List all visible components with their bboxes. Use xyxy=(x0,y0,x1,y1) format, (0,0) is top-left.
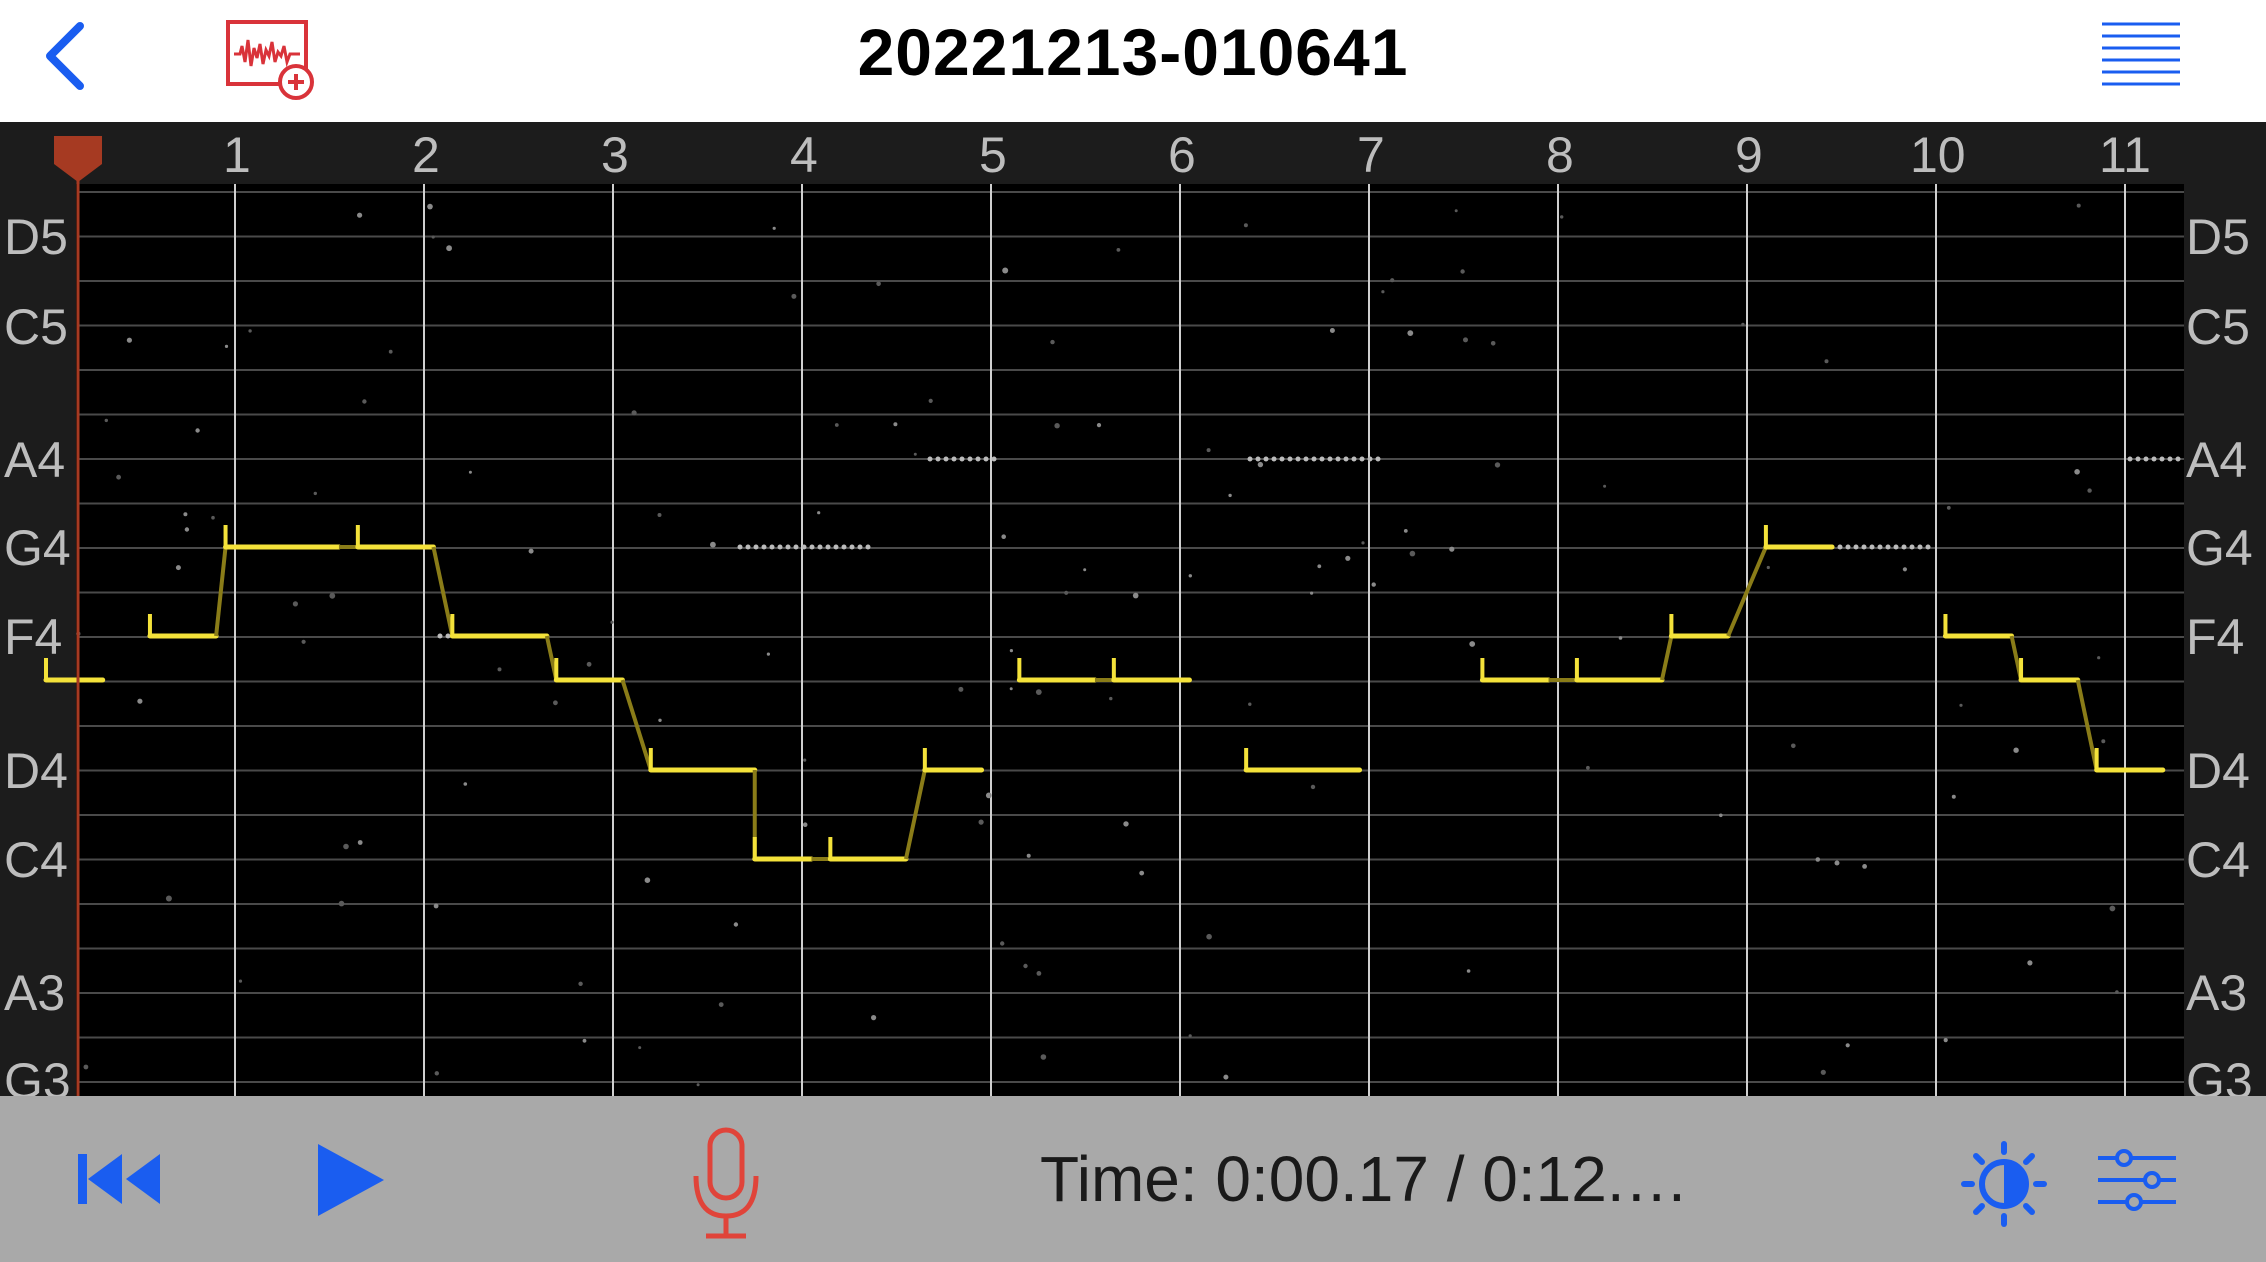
skip-back-icon xyxy=(78,1154,160,1204)
play-button[interactable] xyxy=(314,1140,386,1220)
sliders-icon xyxy=(2098,1149,2176,1211)
pitch-label-right: F4 xyxy=(2186,609,2244,665)
ruler-tick-label: 7 xyxy=(1357,127,1385,183)
brightness-button[interactable] xyxy=(1960,1140,2048,1228)
ruler-tick-label: 6 xyxy=(1168,127,1196,183)
ruler-tick-label: 4 xyxy=(790,127,818,183)
record-button[interactable] xyxy=(690,1126,762,1242)
pitch-plot[interactable]: 1 2 3 4 5 6 7 8 9 10 11 D5 D5 C5 C5 A4 A4 G4 G4 F4 F4 D4 D4 C4… xyxy=(0,0,2266,1096)
ruler-tick-label: 11 xyxy=(2099,127,2151,183)
pitch-label-right: G4 xyxy=(2186,520,2253,576)
pitch-label-right: G3 xyxy=(2186,1053,2253,1096)
pitch-label-left: A4 xyxy=(4,432,65,488)
pitch-label-left: G4 xyxy=(4,520,71,576)
settings-button[interactable] xyxy=(2096,1146,2178,1212)
pitch-label-left: C4 xyxy=(4,832,68,888)
pitch-label-right: A3 xyxy=(2186,965,2247,1021)
pitch-label-left: F4 xyxy=(4,609,62,665)
ruler-tick-label: 9 xyxy=(1735,127,1763,183)
pitch-label-left: G3 xyxy=(4,1053,71,1096)
play-icon xyxy=(318,1144,384,1216)
playhead-handle[interactable] xyxy=(54,136,102,182)
pitch-label-left: D4 xyxy=(4,743,68,799)
ruler-tick-label: 10 xyxy=(1910,127,1966,183)
pitch-label-right: C4 xyxy=(2186,832,2250,888)
pitch-label-left: A3 xyxy=(4,965,65,1021)
pitch-transition xyxy=(1659,635,1674,681)
rewind-button[interactable] xyxy=(76,1148,164,1210)
ruler-tick-label: 3 xyxy=(601,127,629,183)
pitch-label-right: D4 xyxy=(2186,743,2250,799)
pitch-label-left: D5 xyxy=(4,209,68,265)
ruler-tick-label: 1 xyxy=(223,127,251,183)
bottom-toolbar: Time: 0:00.17 / 0:12.… xyxy=(0,1096,2266,1262)
pitch-label-right: D5 xyxy=(2186,209,2250,265)
pitch-label-right: C5 xyxy=(2186,299,2250,355)
brightness-icon xyxy=(1961,1141,2047,1227)
pitch-label-left: C5 xyxy=(4,299,68,355)
ruler-tick-label: 5 xyxy=(979,127,1007,183)
time-readout: Time: 0:00.17 / 0:12.… xyxy=(1040,1143,1689,1215)
ruler-tick-label: 8 xyxy=(1546,127,1574,183)
pitch-label-right: A4 xyxy=(2186,432,2247,488)
ruler-tick-label: 2 xyxy=(412,127,440,183)
microphone-icon xyxy=(693,1127,759,1239)
